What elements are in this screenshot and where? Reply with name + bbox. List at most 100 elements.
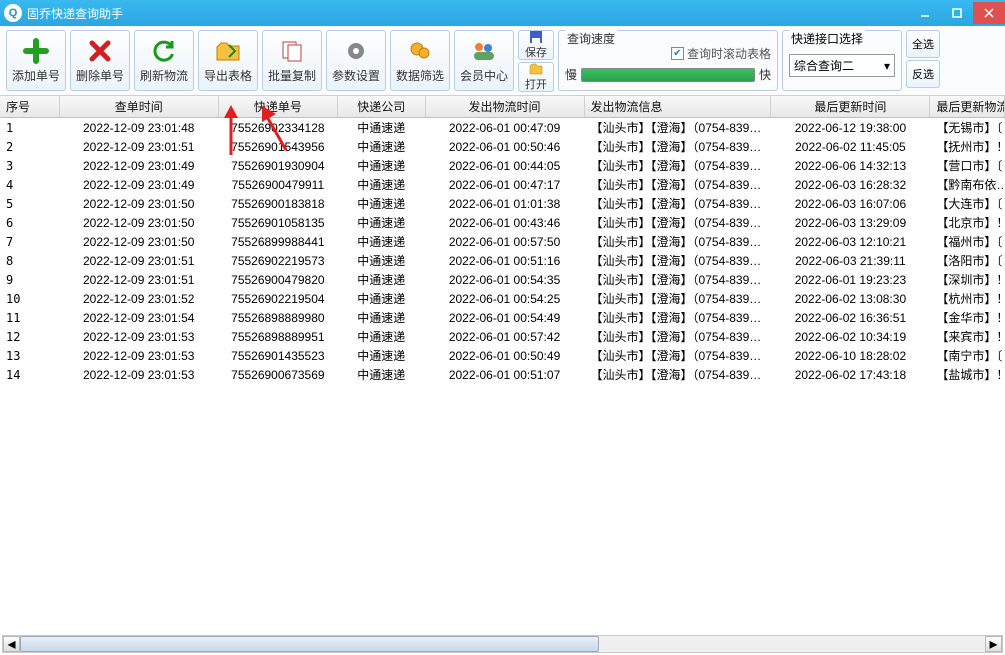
open-button[interactable]: 打开 <box>518 62 554 92</box>
cell-time: 2022-12-09 23:01:53 <box>60 365 219 384</box>
cell-oinfo: 【汕头市】【澄海】（0754-839… <box>585 118 772 137</box>
cell-time: 2022-12-09 23:01:52 <box>60 289 219 308</box>
cell-num: 75526901930904 <box>219 156 338 175</box>
cell-otime: 2022-06-01 00:54:25 <box>426 289 585 308</box>
scroll-right-button[interactable]: ▸ <box>985 636 1002 652</box>
btn-label: 删除单号 <box>76 67 124 84</box>
col-num[interactable]: 快递单号 <box>219 96 338 117</box>
speed-slider[interactable] <box>581 68 755 82</box>
cell-comp: 中通速递 <box>338 346 426 365</box>
cell-oinfo: 【汕头市】【澄海】（0754-839… <box>585 213 772 232</box>
interface-title: 快递接口选择 <box>789 30 865 47</box>
add-number-button[interactable]: 添加单号 <box>6 30 66 91</box>
save-button[interactable]: 保存 <box>518 30 554 60</box>
batch-copy-button[interactable]: 批量复制 <box>262 30 322 91</box>
table-row[interactable]: 52022-12-09 23:01:5075526900183818中通速递20… <box>0 194 1005 213</box>
cell-time: 2022-12-09 23:01:53 <box>60 346 219 365</box>
cell-num: 75526900183818 <box>219 194 338 213</box>
cell-otime: 2022-06-01 00:54:49 <box>426 308 585 327</box>
cell-utime: 2022-06-03 12:10:21 <box>771 232 930 251</box>
col-utime[interactable]: 最后更新时间 <box>771 96 930 117</box>
close-button[interactable] <box>973 2 1005 24</box>
delete-number-button[interactable]: 删除单号 <box>70 30 130 91</box>
table-row[interactable]: 112022-12-09 23:01:5475526898889980中通速递2… <box>0 308 1005 327</box>
cell-uinfo: 【无锡市】〔 <box>930 118 1005 137</box>
folder-open-icon <box>529 62 543 76</box>
invert-select-button[interactable]: 反选 <box>906 60 940 88</box>
cell-utime: 2022-06-03 13:29:09 <box>771 213 930 232</box>
table-row[interactable]: 132022-12-09 23:01:5375526901435523中通速递2… <box>0 346 1005 365</box>
cell-idx: 1 <box>0 118 60 137</box>
cell-idx: 3 <box>0 156 60 175</box>
refresh-icon <box>150 37 178 65</box>
cell-uinfo: 【南宁市】〔 <box>930 346 1005 365</box>
horizontal-scrollbar[interactable]: ◂ ▸ <box>2 635 1003 653</box>
cell-utime: 2022-06-10 18:28:02 <box>771 346 930 365</box>
cell-otime: 2022-06-01 00:50:49 <box>426 346 585 365</box>
cell-num: 75526902219504 <box>219 289 338 308</box>
btn-label: 导出表格 <box>204 67 252 84</box>
col-idx[interactable]: 序号 <box>0 96 60 117</box>
cell-uinfo: 【营口市】〔 <box>930 156 1005 175</box>
cell-oinfo: 【汕头市】【澄海】（0754-839… <box>585 327 772 346</box>
table-row[interactable]: 62022-12-09 23:01:5075526901058135中通速递20… <box>0 213 1005 232</box>
table-row[interactable]: 102022-12-09 23:01:5275526902219504中通速递2… <box>0 289 1005 308</box>
export-button[interactable]: 导出表格 <box>198 30 258 91</box>
table-row[interactable]: 122022-12-09 23:01:5375526898889951中通速递2… <box>0 327 1005 346</box>
scroll-label: 查询时滚动表格 <box>687 45 771 62</box>
cell-uinfo: 【深圳市】！ <box>930 270 1005 289</box>
col-otime[interactable]: 发出物流时间 <box>426 96 585 117</box>
btn-label: 打开 <box>525 76 547 92</box>
cell-oinfo: 【汕头市】【澄海】（0754-839… <box>585 232 772 251</box>
cell-uinfo: 【杭州市】！ <box>930 289 1005 308</box>
scroll-left-button[interactable]: ◂ <box>3 636 20 652</box>
cell-num: 75526899988441 <box>219 232 338 251</box>
fast-label: 快 <box>759 66 771 83</box>
cell-utime: 2022-06-02 13:08:30 <box>771 289 930 308</box>
cell-uinfo: 【大连市】〔 <box>930 194 1005 213</box>
member-button[interactable]: 会员中心 <box>454 30 514 91</box>
col-oinfo[interactable]: 发出物流信息 <box>585 96 772 117</box>
table-row[interactable]: 92022-12-09 23:01:5175526900479820中通速递20… <box>0 270 1005 289</box>
table-row[interactable]: 142022-12-09 23:01:5375526900673569中通速递2… <box>0 365 1005 384</box>
cell-num: 75526900479911 <box>219 175 338 194</box>
col-time[interactable]: 查单时间 <box>60 96 219 117</box>
cell-num: 75526898889980 <box>219 308 338 327</box>
table-row[interactable]: 22022-12-09 23:01:5175526901543956中通速递20… <box>0 137 1005 156</box>
cell-idx: 9 <box>0 270 60 289</box>
table-body: 12022-12-09 23:01:4875526902334128中通速递20… <box>0 118 1005 384</box>
interface-group: 快递接口选择 综合查询二 ▾ <box>782 30 902 91</box>
cell-utime: 2022-06-06 14:32:13 <box>771 156 930 175</box>
cell-otime: 2022-06-01 00:47:17 <box>426 175 585 194</box>
cell-oinfo: 【汕头市】【澄海】（0754-839… <box>585 346 772 365</box>
interface-value: 综合查询二 <box>794 57 854 74</box>
col-uinfo[interactable]: 最后更新物流 <box>930 96 1005 117</box>
refresh-button[interactable]: 刷新物流 <box>134 30 194 91</box>
cell-oinfo: 【汕头市】【澄海】（0754-839… <box>585 251 772 270</box>
cell-uinfo: 【抚州市】！ <box>930 137 1005 156</box>
col-comp[interactable]: 快递公司 <box>338 96 426 117</box>
minimize-button[interactable] <box>909 2 941 24</box>
table-row[interactable]: 82022-12-09 23:01:5175526902219573中通速递20… <box>0 251 1005 270</box>
table-row[interactable]: 12022-12-09 23:01:4875526902334128中通速递20… <box>0 118 1005 137</box>
cell-otime: 2022-06-01 01:01:38 <box>426 194 585 213</box>
scroll-thumb[interactable] <box>20 636 599 652</box>
interface-select[interactable]: 综合查询二 ▾ <box>789 54 895 77</box>
cell-otime: 2022-06-01 00:47:09 <box>426 118 585 137</box>
scroll-track[interactable] <box>20 636 985 652</box>
cell-time: 2022-12-09 23:01:50 <box>60 232 219 251</box>
table-row[interactable]: 32022-12-09 23:01:4975526901930904中通速递20… <box>0 156 1005 175</box>
select-all-button[interactable]: 全选 <box>906 30 940 58</box>
cell-comp: 中通速递 <box>338 156 426 175</box>
filter-button[interactable]: 数据筛选 <box>390 30 450 91</box>
table-row[interactable]: 42022-12-09 23:01:4975526900479911中通速递20… <box>0 175 1005 194</box>
scroll-checkbox[interactable]: ✔ 查询时滚动表格 <box>565 45 771 62</box>
table-area: 序号 查单时间 快递单号 快递公司 发出物流时间 发出物流信息 最后更新时间 最… <box>0 96 1005 626</box>
btn-label: 刷新物流 <box>140 67 188 84</box>
cell-time: 2022-12-09 23:01:51 <box>60 137 219 156</box>
cell-comp: 中通速递 <box>338 270 426 289</box>
params-button[interactable]: 参数设置 <box>326 30 386 91</box>
table-row[interactable]: 72022-12-09 23:01:5075526899988441中通速递20… <box>0 232 1005 251</box>
maximize-button[interactable] <box>941 2 973 24</box>
cell-time: 2022-12-09 23:01:48 <box>60 118 219 137</box>
